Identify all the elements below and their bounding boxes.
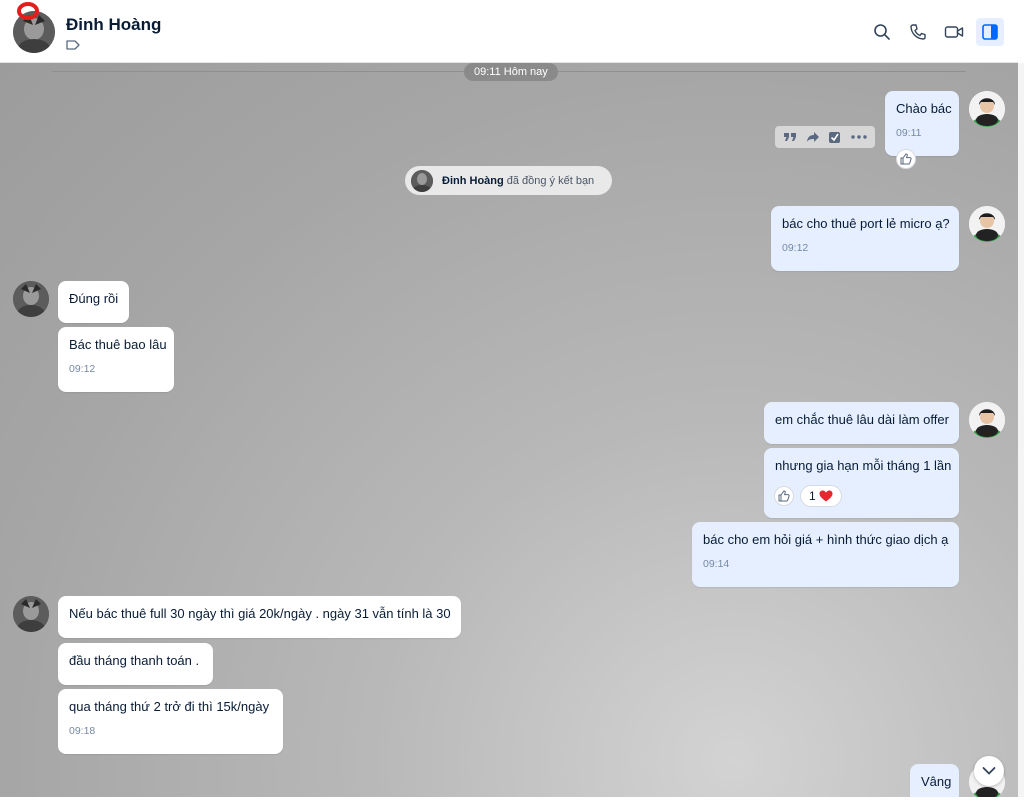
reaction-summary[interactable]: 1 (800, 485, 842, 507)
phone-icon (910, 24, 926, 40)
date-divider: 09:11 Hôm nay (464, 63, 558, 81)
system-message-text: đã đồng ý kết bạn (506, 174, 595, 187)
contact-avatar[interactable] (13, 281, 49, 317)
checkbox-icon (829, 132, 841, 143)
search-icon (874, 24, 890, 40)
message-text: Chào bác (896, 101, 952, 116)
message-bubble[interactable]: Đúng rồi (58, 281, 129, 323)
annotation-circle (17, 2, 39, 20)
window-edge (1018, 63, 1024, 797)
message-actions-toolbar (775, 126, 875, 148)
contact-name[interactable]: Đinh Hoàng (66, 15, 161, 35)
chevron-down-icon (982, 767, 996, 775)
thumbs-up-icon (778, 490, 790, 502)
message-text: bác cho em hỏi giá + hình thức giao dịch… (703, 532, 949, 547)
message-bubble[interactable]: bác cho thuê port lẻ micro ạ? 09:12 (771, 206, 959, 271)
system-message: Đinh Hoàng đã đồng ý kết bạn (405, 166, 612, 195)
my-avatar[interactable] (969, 206, 1005, 242)
message-time: 09:18 (69, 725, 96, 737)
message-text: đầu tháng thanh toán . (69, 653, 200, 668)
message-bubble[interactable]: Chào bác 09:11 (885, 91, 959, 156)
message-list[interactable]: 09:11 Hôm nay Chào bác 09:11 Đinh Hoàng … (0, 63, 1018, 797)
system-avatar (411, 169, 433, 192)
message-text: bác cho thuê port lẻ micro ạ? (782, 216, 950, 231)
system-message-name: Đinh Hoàng (442, 174, 504, 187)
message-text: qua tháng thứ 2 trở đi thì 15k/ngày (69, 699, 270, 714)
message-bubble[interactable]: qua tháng thứ 2 trở đi thì 15k/ngày 09:1… (58, 689, 283, 754)
message-bubble[interactable]: Vâng (910, 764, 959, 797)
voice-call-button[interactable] (904, 18, 932, 46)
forward-icon (806, 132, 819, 142)
scroll-to-bottom-button[interactable] (974, 756, 1004, 786)
message-text: Vâng (921, 774, 952, 789)
message-text: em chắc thuê lâu dài làm offer (775, 412, 949, 427)
more-icon (851, 135, 867, 139)
message-bubble[interactable]: đầu tháng thanh toán . (58, 643, 213, 685)
message-time: 09:12 (782, 242, 809, 254)
thumbs-up-icon (900, 153, 912, 165)
heart-icon (819, 490, 833, 502)
quote-button[interactable] (783, 131, 797, 143)
contact-avatar[interactable] (13, 596, 49, 632)
toggle-sidebar-button[interactable] (976, 18, 1004, 46)
reaction-count: 1 (809, 489, 816, 503)
my-avatar[interactable] (969, 91, 1005, 127)
sidebar-toggle-icon (982, 24, 998, 40)
composer-edge (0, 797, 1024, 808)
forward-button[interactable] (806, 131, 820, 143)
message-time: 09:11 (896, 127, 922, 139)
video-icon (944, 26, 964, 38)
more-button[interactable] (851, 135, 867, 139)
message-bubble[interactable]: em chắc thuê lâu dài làm offer (764, 402, 959, 444)
message-text: Đúng rồi (69, 291, 119, 306)
reaction-button[interactable] (896, 149, 916, 169)
message-bubble[interactable]: Bác thuê bao lâu 09:12 (58, 327, 174, 392)
chat-header: Đinh Hoàng (0, 0, 1018, 63)
message-text: nhưng gia hạn mỗi tháng 1 lần (775, 458, 952, 473)
search-button[interactable] (868, 18, 896, 46)
message-bubble[interactable]: Nếu bác thuê full 30 ngày thì giá 20k/ng… (58, 596, 461, 638)
my-avatar[interactable] (969, 402, 1005, 438)
message-bubble[interactable]: nhưng gia hạn mỗi tháng 1 lần (764, 448, 959, 518)
message-time: 09:12 (69, 363, 96, 375)
quote-icon (784, 133, 797, 141)
message-bubble[interactable]: bác cho em hỏi giá + hình thức giao dịch… (692, 522, 959, 587)
select-button[interactable] (828, 130, 842, 144)
message-time: 09:14 (703, 558, 730, 570)
message-text: Bác thuê bao lâu (69, 337, 167, 352)
video-call-button[interactable] (940, 18, 968, 46)
tag-icon[interactable] (66, 40, 80, 50)
message-text: Nếu bác thuê full 30 ngày thì giá 20k/ng… (69, 606, 451, 621)
reaction-button[interactable] (774, 486, 794, 506)
